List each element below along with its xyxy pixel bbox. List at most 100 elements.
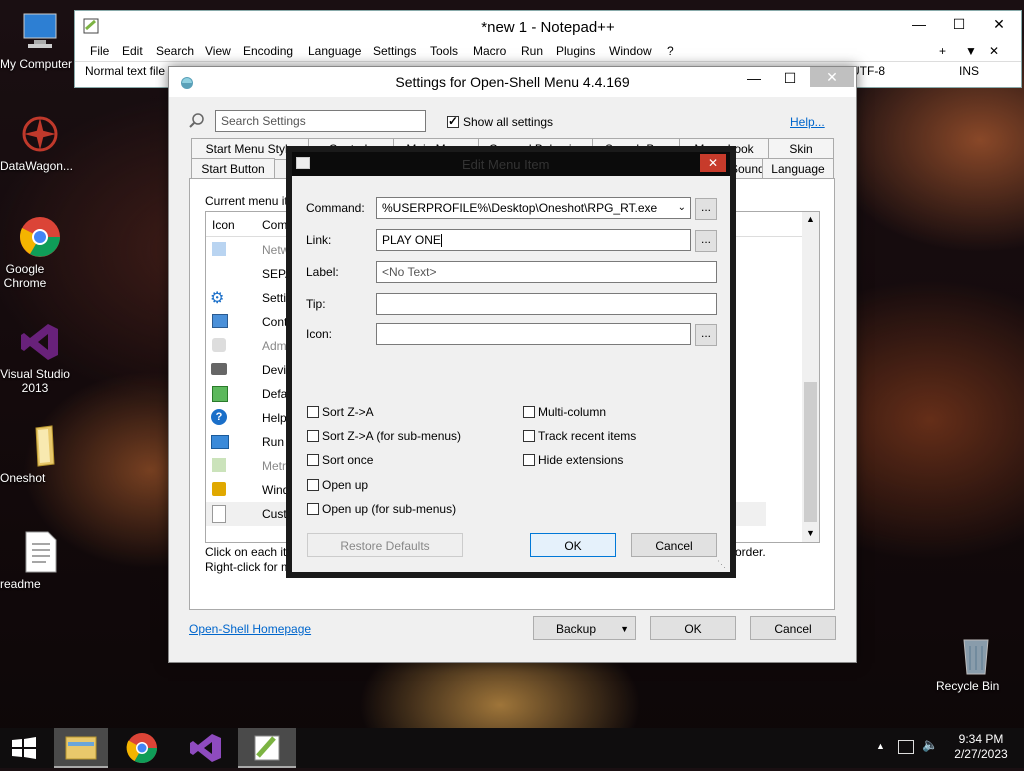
list-item[interactable]: SEPA — [206, 262, 293, 286]
lock-icon — [212, 482, 226, 496]
command-browse-button[interactable]: ... — [695, 198, 717, 220]
scroll-thumb[interactable] — [804, 382, 817, 522]
dialog-ok-button[interactable]: OK — [530, 533, 616, 557]
desktop-icon-visual-studio[interactable]: Visual Studio 2013 — [0, 320, 80, 395]
tray-chevron-up-icon[interactable]: ▲ — [876, 741, 885, 751]
command-combobox[interactable]: %USERPROFILE%\Desktop\Oneshot\RPG_RT.exe… — [376, 197, 691, 219]
homepage-link[interactable]: Open-Shell Homepage — [189, 622, 311, 636]
tab-list-icon[interactable]: ▼ — [965, 44, 977, 58]
admin-tools-icon — [212, 338, 226, 352]
list-item[interactable]: Metr — [206, 454, 286, 478]
list-item[interactable]: Cont — [206, 310, 287, 334]
volume-icon[interactable]: 🔈 — [922, 737, 938, 753]
menu-tools[interactable]: Tools — [430, 44, 458, 58]
folder-icon — [18, 424, 62, 468]
open-up-submenus-checkbox[interactable] — [307, 503, 319, 515]
track-recent-items-checkbox[interactable] — [523, 430, 535, 442]
menu-run[interactable]: Run — [521, 44, 543, 58]
close-icon[interactable]: ✕ — [810, 67, 854, 87]
dialog-title: Edit Menu Item — [462, 157, 550, 172]
taskbar-visual-studio[interactable] — [181, 728, 229, 768]
show-all-settings-label: Show all settings — [463, 115, 554, 129]
menu-settings[interactable]: Settings — [373, 44, 416, 58]
icon-input[interactable] — [376, 323, 691, 345]
search-settings-input[interactable]: Search Settings — [215, 110, 426, 132]
start-button[interactable] — [0, 728, 48, 768]
menu-file[interactable]: File — [90, 44, 109, 58]
notepad-titlebar: *new 1 - Notepad++ — ☐ ✕ — [75, 11, 1021, 41]
link-label: Link: — [306, 233, 332, 247]
list-item[interactable]: Wind — [206, 478, 289, 502]
tab-language[interactable]: Language — [762, 158, 834, 180]
scroll-up-icon[interactable]: ▲ — [806, 214, 815, 224]
add-tab-icon[interactable]: + — [939, 44, 946, 58]
tab-skin[interactable]: Skin — [768, 138, 834, 160]
list-item[interactable]: Defa — [206, 382, 287, 406]
tip-input[interactable] — [376, 293, 717, 315]
scroll-down-icon[interactable]: ▼ — [806, 528, 815, 538]
taskbar-notepadpp[interactable] — [238, 728, 296, 768]
hide-extensions-checkbox[interactable] — [523, 454, 535, 466]
menu-window[interactable]: Window — [609, 44, 652, 58]
sort-za-submenus-checkbox[interactable] — [307, 430, 319, 442]
chrome-icon — [126, 733, 157, 764]
datawagon-icon — [18, 112, 62, 156]
taskbar-chrome[interactable] — [118, 728, 166, 768]
clock[interactable]: 9:34 PM 2/27/2023 — [946, 732, 1016, 762]
maximize-icon[interactable]: ☐ — [939, 11, 979, 37]
dialog-cancel-button[interactable]: Cancel — [631, 533, 717, 557]
desktop-icon-datawagon[interactable]: DataWagon... — [0, 112, 80, 173]
menu-search[interactable]: Search — [156, 44, 194, 58]
desktop-icon-google-chrome[interactable]: Google Chrome — [0, 215, 80, 290]
settings-ok-button[interactable]: OK — [650, 616, 736, 640]
menu-macro[interactable]: Macro — [473, 44, 506, 58]
notepadpp-icon — [254, 735, 280, 761]
list-item[interactable]: Adm — [206, 334, 287, 358]
taskbar-file-explorer[interactable] — [54, 728, 108, 768]
desktop-icon-recycle-bin[interactable]: Recycle Bin — [936, 632, 1016, 693]
network-icon[interactable] — [898, 740, 914, 754]
edit-menu-item-dialog: Edit Menu Item ✕ Command: %USERPROFILE%\… — [286, 146, 736, 578]
folder-icon — [65, 736, 97, 760]
icon-browse-button[interactable]: ... — [695, 324, 717, 346]
backup-button[interactable]: Backup ▼ — [533, 616, 636, 640]
link-input[interactable]: PLAY ONE — [376, 229, 691, 251]
desktop-icon-readme[interactable]: readme — [0, 530, 80, 591]
menu-help[interactable]: ? — [667, 44, 674, 58]
tab-start-button[interactable]: Start Button — [191, 158, 275, 180]
close-icon[interactable]: ✕ — [700, 154, 726, 172]
close-icon[interactable]: ✕ — [979, 11, 1019, 37]
desktop-icon-oneshot[interactable]: Oneshot — [0, 424, 80, 485]
maximize-icon[interactable]: ☐ — [774, 65, 806, 91]
minimize-icon[interactable]: — — [899, 11, 939, 37]
menu-edit[interactable]: Edit — [122, 44, 143, 58]
sort-za-checkbox[interactable] — [307, 406, 319, 418]
close-tab-icon[interactable]: ✕ — [989, 44, 999, 58]
label-input[interactable]: <No Text> — [376, 261, 717, 283]
open-up-checkbox[interactable] — [307, 479, 319, 491]
menu-language[interactable]: Language — [308, 44, 361, 58]
list-scrollbar[interactable]: ▲ ▼ — [802, 212, 819, 542]
multi-column-checkbox[interactable] — [523, 406, 535, 418]
list-item[interactable]: ⚙ Setti — [206, 286, 286, 310]
list-item[interactable]: Netw — [206, 238, 289, 262]
show-all-settings-checkbox[interactable] — [447, 114, 459, 128]
text-cursor — [440, 234, 442, 248]
link-browse-button[interactable]: ... — [695, 230, 717, 252]
restore-defaults-button[interactable]: Restore Defaults — [307, 533, 463, 557]
menu-encoding[interactable]: Encoding — [243, 44, 293, 58]
settings-cancel-button[interactable]: Cancel — [750, 616, 836, 640]
list-item[interactable]: Run — [206, 430, 286, 454]
list-item[interactable]: Devi — [206, 358, 286, 382]
list-item[interactable]: ? Help — [206, 406, 287, 430]
help-link[interactable]: Help... — [790, 115, 825, 129]
minimize-icon[interactable]: — — [734, 65, 774, 91]
chevron-down-icon[interactable]: ⌄ — [678, 198, 686, 218]
desktop-icon-my-computer[interactable]: My Computer — [0, 10, 80, 71]
resize-grip-icon[interactable]: ⋱ — [717, 559, 726, 570]
menu-view[interactable]: View — [205, 44, 231, 58]
blank-file-icon — [212, 505, 226, 523]
chrome-icon — [18, 215, 62, 259]
sort-once-checkbox[interactable] — [307, 454, 319, 466]
menu-plugins[interactable]: Plugins — [556, 44, 595, 58]
